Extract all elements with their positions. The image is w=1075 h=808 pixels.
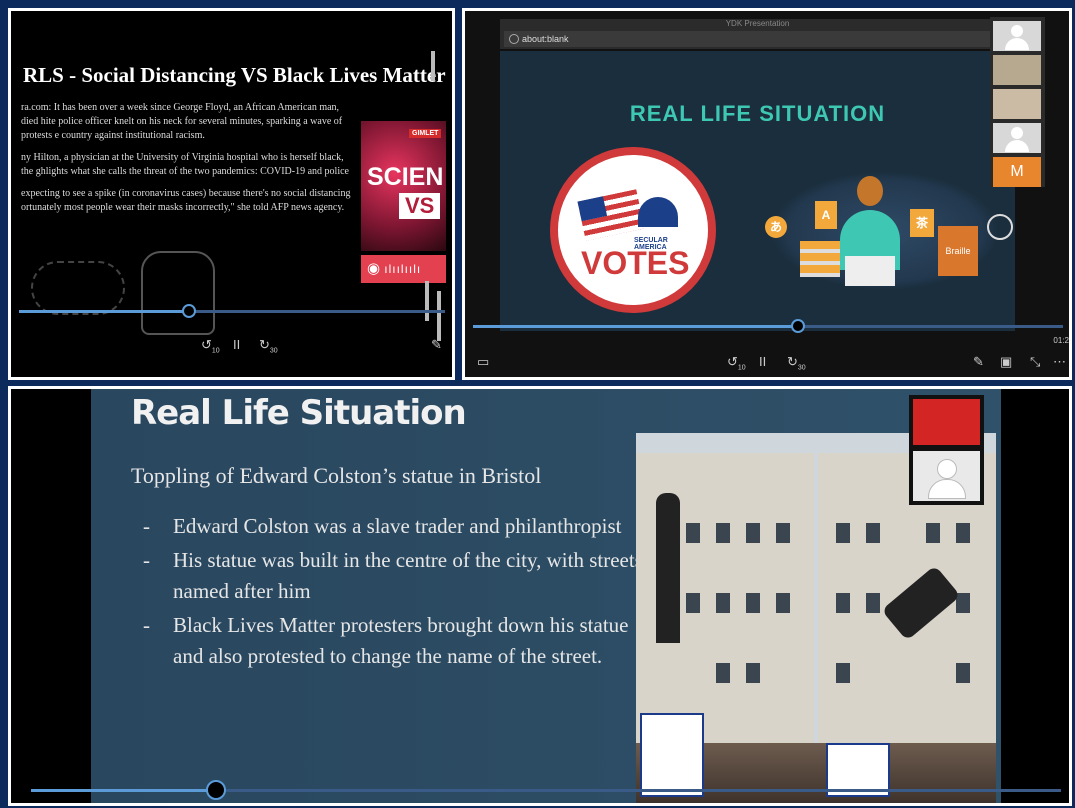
video-progress-handle[interactable] — [790, 319, 805, 333]
chain-drawing — [31, 261, 125, 315]
spotify-code: ◉ ılıılıılı — [361, 255, 446, 283]
address-bar[interactable]: about:blank — [504, 31, 1009, 47]
slide-title: REAL LIFE SITUATION — [629, 101, 886, 126]
forward-30-button[interactable]: ↻30 — [259, 337, 278, 355]
capitol-dome-icon — [638, 197, 678, 227]
participant-video-tile[interactable] — [993, 55, 1041, 85]
slide-subtitle: Toppling of Edward Colston’s statue in B… — [131, 463, 542, 488]
participant-tile[interactable] — [993, 21, 1041, 51]
video-panel-colston-statue: Real Life Situation Toppling of Edward C… — [8, 386, 1072, 806]
letter-a-icon: A — [815, 201, 837, 229]
statue-figure — [656, 493, 680, 643]
speech-bubble-icon: あ — [765, 216, 787, 238]
slide-title: Real Life Situation — [131, 393, 467, 433]
us-flag-icon — [577, 189, 645, 241]
bullet-item: - Black Lives Matter protesters brought d… — [143, 613, 629, 668]
video-progress-fill — [473, 325, 798, 328]
captions-icon[interactable]: ▭ — [477, 354, 489, 370]
window-title: YDK Presentation — [725, 19, 790, 28]
globe-icon — [987, 214, 1013, 240]
video-progress-fill — [31, 789, 217, 792]
video-progress-fill — [19, 310, 190, 313]
spotify-icon: ◉ — [367, 260, 381, 277]
bullet-item: - His statue was built in the centre of t… — [143, 548, 643, 603]
browser-window: YDK Presentation about:blank — [500, 19, 1015, 49]
podcast-cover: GIMLET SCIEN VS — [361, 121, 446, 251]
participant-camera-strip — [909, 395, 984, 505]
more-options-icon[interactable]: ⋯ — [1053, 354, 1066, 370]
article-paragraph: expecting to see a spike (in coronavirus… — [21, 188, 351, 213]
article-text: ra.com: It has been over a week since Ge… — [21, 101, 351, 223]
chinese-character-icon: 茶 — [910, 209, 934, 237]
article-paragraph: ny Hilton, a physician at the University… — [21, 152, 349, 177]
laptop-icon — [845, 256, 895, 286]
podcast-vs: VS — [399, 193, 441, 219]
person-with-laptop-illustration — [835, 176, 905, 296]
podcast-title: SCIEN — [367, 163, 444, 191]
gimlet-tag: GIMLET — [409, 129, 442, 138]
slide-title: RLS - Social Distancing VS Black Lives M… — [23, 63, 446, 87]
waveform-bar — [437, 291, 441, 341]
pencil-icon[interactable]: ✎ — [973, 354, 984, 370]
bullet-item: - Edward Colston was a slave trader and p… — [143, 514, 622, 538]
address-text: about:blank — [522, 34, 569, 44]
video-progress-track[interactable] — [31, 789, 1061, 792]
rewind-10-button[interactable]: ↺10 — [201, 337, 220, 355]
braille-book-icon: Braille — [938, 226, 978, 276]
participant-video-tile[interactable] — [913, 399, 980, 445]
fist-drawing — [141, 251, 215, 335]
video-progress-track[interactable] — [473, 325, 1063, 328]
pencil-icon[interactable]: ✎ — [431, 337, 442, 353]
protest-sign — [640, 713, 704, 797]
participant-tile[interactable] — [993, 123, 1041, 153]
waveform-bar — [425, 281, 429, 321]
bullet-list: - Edward Colston was a slave trader and p… — [143, 511, 663, 675]
books-icon — [800, 241, 840, 277]
picture-in-picture-icon[interactable]: ▣ — [1000, 354, 1012, 370]
waveform-bar — [431, 51, 435, 81]
forward-30-button[interactable]: ↻30 — [787, 354, 806, 372]
participant-video-tile[interactable] — [993, 89, 1041, 119]
collapse-icon[interactable]: ⤡ — [1030, 354, 1040, 370]
article-paragraph: ra.com: It has been over a week since Ge… — [21, 102, 343, 141]
pause-button[interactable]: II — [233, 337, 240, 352]
votes-word: VOTES — [581, 245, 690, 281]
rewind-10-button[interactable]: ↺10 — [727, 354, 746, 372]
participant-initial-tile[interactable]: M — [993, 157, 1041, 187]
participant-sidebar: M — [990, 17, 1045, 187]
timestamp: 01:2 — [1053, 336, 1069, 345]
info-icon — [509, 34, 519, 44]
pause-button[interactable]: II — [759, 354, 766, 369]
presentation-slide: REAL LIFE SITUATION SECULAR AMERICA VOTE… — [500, 51, 1015, 331]
video-panel-social-distancing: RLS - Social Distancing VS Black Lives M… — [8, 8, 455, 380]
video-panel-real-life-situation: YDK Presentation about:blank REAL LIFE S… — [462, 8, 1072, 380]
participant-tile[interactable] — [913, 451, 980, 501]
secular-america-votes-logo: SECULAR AMERICA VOTES — [550, 147, 716, 313]
video-progress-track[interactable] — [19, 310, 445, 313]
